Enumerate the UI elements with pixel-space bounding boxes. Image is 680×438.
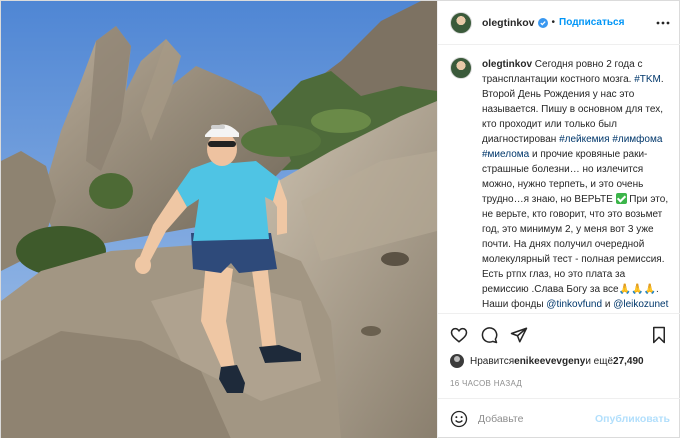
follow-button[interactable]: Подписаться — [559, 17, 624, 28]
post-caption: olegtinkov Сегодня ровно 2 года с трансп… — [482, 57, 670, 313]
likes-middle: и ещё — [585, 355, 614, 367]
caption-username[interactable]: olegtinkov — [482, 59, 532, 70]
likes-line: Нравится enikeevevgeny и ещё 27,490 — [450, 354, 644, 368]
caption-area: olegtinkov Сегодня ровно 2 года с трансп… — [438, 45, 680, 313]
post-timestamp[interactable]: 16 ЧАСОВ НАЗАД — [450, 379, 522, 388]
action-bar — [438, 313, 680, 355]
post-side-panel: olegtinkov • Подписаться olegtinkov Сего… — [437, 1, 680, 438]
comment-input[interactable] — [478, 413, 598, 425]
caption-link[interactable]: #лейкемия — [559, 134, 609, 145]
publish-button[interactable]: Опубликовать — [595, 413, 670, 425]
caption-link[interactable]: #миелома — [482, 149, 529, 160]
separator-dot: • — [551, 17, 556, 28]
author-avatar[interactable] — [450, 11, 472, 34]
emoji-icon[interactable] — [450, 410, 468, 428]
check-emoji-icon — [615, 193, 627, 204]
post-header: olegtinkov • Подписаться — [438, 1, 680, 45]
comment-box: Опубликовать — [438, 398, 680, 438]
verified-icon — [537, 17, 548, 28]
post-frame: olegtinkov • Подписаться olegtinkov Сего… — [0, 0, 680, 438]
comment-icon[interactable] — [480, 326, 498, 344]
post-photo[interactable] — [1, 1, 437, 438]
liker-avatar[interactable] — [450, 354, 464, 368]
caption-link[interactable]: #лимфома — [612, 134, 662, 145]
save-icon[interactable] — [650, 326, 668, 344]
like-icon[interactable] — [450, 326, 468, 344]
caption-text: Сегодня ровно 2 года с трансплантации ко… — [482, 59, 668, 313]
likes-count[interactable]: 27,490 — [613, 356, 644, 367]
caption-avatar[interactable] — [450, 57, 472, 79]
likes-user[interactable]: enikeevevgeny — [514, 356, 585, 367]
caption-segment: При это, не верьте, кто говорит, что это… — [482, 194, 669, 310]
caption-link[interactable]: @tinkovfund — [546, 299, 602, 310]
photo-illustration — [1, 1, 437, 438]
likes-prefix: Нравится — [470, 355, 515, 367]
more-options-icon[interactable] — [656, 17, 670, 29]
author-username[interactable]: olegtinkov — [482, 17, 535, 29]
share-icon[interactable] — [510, 326, 528, 344]
caption-link[interactable]: #TKM — [634, 74, 661, 85]
caption-link[interactable]: @leikozunet — [613, 299, 668, 310]
caption-segment: и — [602, 299, 614, 310]
